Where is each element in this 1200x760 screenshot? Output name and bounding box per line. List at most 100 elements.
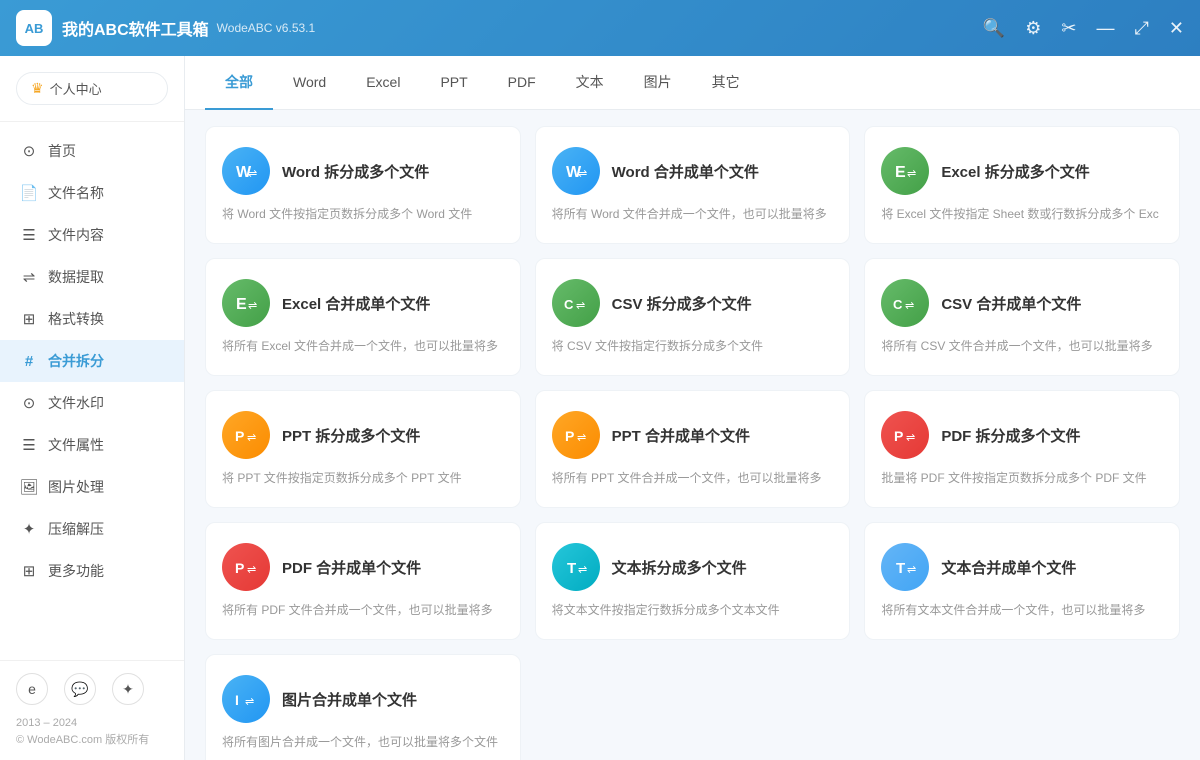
card-image-merge[interactable]: I ⇌ 图片合并成单个文件 将所有图片合并成一个文件，也可以批量将多个文件 xyxy=(205,654,521,760)
image-merge-desc: 将所有图片合并成一个文件，也可以批量将多个文件 xyxy=(222,733,504,751)
tab-other[interactable]: 其它 xyxy=(692,56,760,110)
pdf-merge-icon: P ⇌ xyxy=(222,543,270,591)
csv-split-icon: C ⇌ xyxy=(552,279,600,327)
svg-text:⇌: ⇌ xyxy=(906,432,915,444)
mergesplit-icon: # xyxy=(20,352,38,370)
svg-text:I: I xyxy=(235,692,239,708)
app-logo: AB xyxy=(16,10,52,46)
ppt-merge-desc: 将所有 PPT 文件合并成一个文件，也可以批量将多 xyxy=(552,469,834,487)
card-excel-merge[interactable]: E ⇌ Excel 合并成单个文件 将所有 Excel 文件合并成一个文件，也可… xyxy=(205,258,521,376)
tab-text[interactable]: 文本 xyxy=(556,56,624,110)
card-word-merge[interactable]: W ⇌ Word 合并成单个文件 将所有 Word 文件合并成一个文件，也可以批… xyxy=(535,126,851,244)
card-ppt-split[interactable]: P ⇌ PPT 拆分成多个文件 将 PPT 文件按指定页数拆分成多个 PPT 文… xyxy=(205,390,521,508)
sidebar-user-section: ♛ 个人中心 xyxy=(0,56,184,122)
svg-text:T: T xyxy=(567,560,576,577)
svg-text:P: P xyxy=(565,428,574,444)
settings-icon[interactable]: ⚙ xyxy=(1025,18,1041,39)
sidebar-item-fileattr[interactable]: ☰ 文件属性 xyxy=(0,424,184,466)
word-split-title: Word 拆分成多个文件 xyxy=(282,161,429,182)
dataextract-icon: ⇌ xyxy=(20,268,38,286)
ppt-merge-title: PPT 合并成单个文件 xyxy=(612,425,750,446)
home-icon: ⊙ xyxy=(20,142,38,160)
card-header: W ⇌ Word 拆分成多个文件 xyxy=(222,147,504,195)
excel-split-icon: E ⇌ xyxy=(881,147,929,195)
svg-text:P: P xyxy=(894,428,903,444)
card-header: E ⇌ Excel 合并成单个文件 xyxy=(222,279,504,327)
sidebar-item-filecontent[interactable]: ☰ 文件内容 xyxy=(0,214,184,256)
tab-image[interactable]: 图片 xyxy=(624,56,692,110)
sidebar-item-dataextract[interactable]: ⇌ 数据提取 xyxy=(0,256,184,298)
minimize-button[interactable]: — xyxy=(1097,18,1115,39)
tab-pdf[interactable]: PDF xyxy=(488,58,556,108)
card-csv-merge[interactable]: C ⇌ CSV 合并成单个文件 将所有 CSV 文件合并成一个文件，也可以批量将… xyxy=(864,258,1180,376)
tab-ppt[interactable]: PPT xyxy=(420,58,487,108)
csv-merge-icon: C ⇌ xyxy=(881,279,929,327)
csv-split-desc: 将 CSV 文件按指定行数拆分成多个文件 xyxy=(552,337,834,355)
svg-text:C: C xyxy=(564,297,574,312)
svg-text:⇌: ⇌ xyxy=(248,300,257,312)
pdf-merge-desc: 将所有 PDF 文件合并成一个文件，也可以批量将多 xyxy=(222,601,504,619)
card-header: I ⇌ 图片合并成单个文件 xyxy=(222,675,504,723)
app-version: WodeABC v6.53.1 xyxy=(217,21,316,35)
sidebar-item-mergesplit[interactable]: # 合并拆分 xyxy=(0,340,184,382)
browser-icon[interactable]: e xyxy=(16,673,48,705)
svg-text:⇌: ⇌ xyxy=(576,300,585,312)
user-center-button[interactable]: ♛ 个人中心 xyxy=(16,72,168,105)
csv-split-title: CSV 拆分成多个文件 xyxy=(612,293,752,314)
sidebar-item-formatconvert[interactable]: ⊞ 格式转换 xyxy=(0,298,184,340)
app-title: 我的ABC软件工具箱 xyxy=(62,16,209,40)
card-ppt-merge[interactable]: P ⇌ PPT 合并成单个文件 将所有 PPT 文件合并成一个文件，也可以批量将… xyxy=(535,390,851,508)
svg-text:T: T xyxy=(896,560,905,577)
copyright-text: 2013 – 2024© WodeABC.com 版权所有 xyxy=(16,715,168,748)
scissors-icon[interactable]: ✂ xyxy=(1061,18,1076,39)
sidebar-item-filename[interactable]: 📄 文件名称 xyxy=(0,172,184,214)
card-pdf-merge[interactable]: P ⇌ PDF 合并成单个文件 将所有 PDF 文件合并成一个文件，也可以批量将… xyxy=(205,522,521,640)
svg-text:⇌: ⇌ xyxy=(247,564,256,576)
card-header: C ⇌ CSV 合并成单个文件 xyxy=(881,279,1163,327)
tab-excel[interactable]: Excel xyxy=(346,58,420,108)
card-header: C ⇌ CSV 拆分成多个文件 xyxy=(552,279,834,327)
sidebar-label-compress: 压缩解压 xyxy=(48,519,104,539)
pdf-merge-title: PDF 合并成单个文件 xyxy=(282,557,421,578)
card-word-split[interactable]: W ⇌ Word 拆分成多个文件 将 Word 文件按指定页数拆分成多个 Wor… xyxy=(205,126,521,244)
sidebar-item-imageproc[interactable]: 🖼 图片处理 xyxy=(0,466,184,508)
csv-merge-title: CSV 合并成单个文件 xyxy=(941,293,1081,314)
sidebar-item-more[interactable]: ⊞ 更多功能 xyxy=(0,550,184,592)
svg-text:⇌: ⇌ xyxy=(247,432,256,444)
close-button[interactable]: ✕ xyxy=(1169,18,1184,39)
svg-text:⇌: ⇌ xyxy=(907,168,916,180)
sidebar-label-dataextract: 数据提取 xyxy=(48,267,104,287)
sidebar-item-compress[interactable]: ✦ 压缩解压 xyxy=(0,508,184,550)
svg-text:E: E xyxy=(895,164,906,181)
excel-split-desc: 将 Excel 文件按指定 Sheet 数或行数拆分成多个 Exc xyxy=(881,205,1163,223)
svg-text:P: P xyxy=(235,428,244,444)
crown-icon: ♛ xyxy=(31,80,44,97)
sidebar-nav: ⊙ 首页 📄 文件名称 ☰ 文件内容 ⇌ 数据提取 ⊞ 格式转换 # 合并拆分 xyxy=(0,122,184,660)
card-csv-split[interactable]: C ⇌ CSV 拆分成多个文件 将 CSV 文件按指定行数拆分成多个文件 xyxy=(535,258,851,376)
chat-icon[interactable]: 💬 xyxy=(64,673,96,705)
card-pdf-split[interactable]: P ⇌ PDF 拆分成多个文件 批量将 PDF 文件按指定页数拆分成多个 PDF… xyxy=(864,390,1180,508)
svg-text:⇌: ⇌ xyxy=(905,300,914,312)
text-split-title: 文本拆分成多个文件 xyxy=(612,557,747,578)
text-merge-icon: T ⇌ xyxy=(881,543,929,591)
card-text-split[interactable]: T ⇌ 文本拆分成多个文件 将文本文件按指定行数拆分成多个文本文件 xyxy=(535,522,851,640)
user-icon[interactable]: ✦ xyxy=(112,673,144,705)
formatconvert-icon: ⊞ xyxy=(20,310,38,328)
card-text-merge[interactable]: T ⇌ 文本合并成单个文件 将所有文本文件合并成一个文件，也可以批量将多 xyxy=(864,522,1180,640)
svg-text:P: P xyxy=(235,560,244,576)
cards-grid: W ⇌ Word 拆分成多个文件 将 Word 文件按指定页数拆分成多个 Wor… xyxy=(185,110,1200,760)
sidebar-item-home[interactable]: ⊙ 首页 xyxy=(0,130,184,172)
card-header: W ⇌ Word 合并成单个文件 xyxy=(552,147,834,195)
tabs-bar: 全部 Word Excel PPT PDF 文本 图片 其它 xyxy=(185,56,1200,110)
search-icon[interactable]: 🔍 xyxy=(983,18,1005,39)
sidebar-item-watermark[interactable]: ⊙ 文件水印 xyxy=(0,382,184,424)
word-merge-title: Word 合并成单个文件 xyxy=(612,161,759,182)
more-icon: ⊞ xyxy=(20,562,38,580)
maximize-button[interactable]: ⤢ xyxy=(1135,18,1149,39)
svg-text:⇌: ⇌ xyxy=(245,696,254,708)
tab-all[interactable]: 全部 xyxy=(205,56,273,110)
tab-word[interactable]: Word xyxy=(273,58,346,108)
text-split-icon: T ⇌ xyxy=(552,543,600,591)
sidebar-footer: e 💬 ✦ 2013 – 2024© WodeABC.com 版权所有 xyxy=(0,660,184,760)
card-excel-split[interactable]: E ⇌ Excel 拆分成多个文件 将 Excel 文件按指定 Sheet 数或… xyxy=(864,126,1180,244)
